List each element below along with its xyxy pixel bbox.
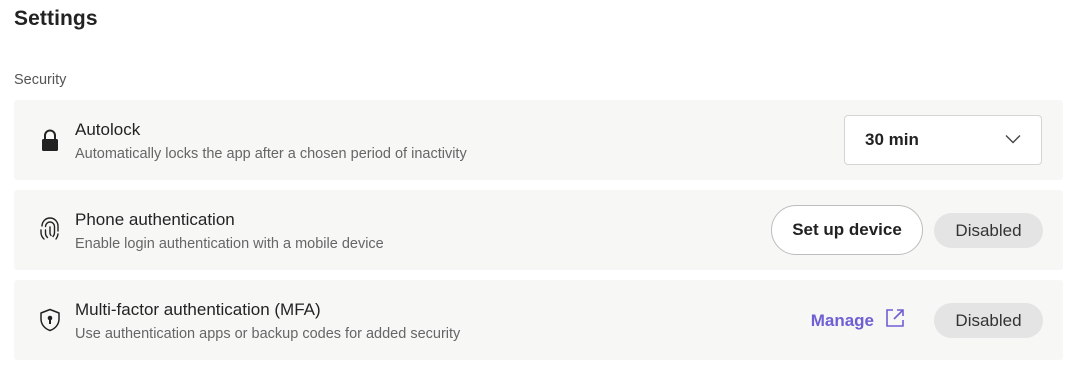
setting-description: Enable login authentication with a mobil… (75, 236, 384, 252)
setting-name: Multi-factor authentication (MFA) (75, 300, 321, 319)
status-badge: Disabled (934, 303, 1043, 338)
chevron-down-icon (1005, 131, 1021, 149)
section-label-security: Security (14, 72, 67, 88)
manage-link-label: Manage (810, 310, 874, 330)
setting-row-mfa: Multi-factor authentication (MFA) Use au… (14, 280, 1063, 360)
setting-description: Automatically locks the app after a chos… (75, 146, 467, 162)
setting-row-phone-authentication: Phone authentication Enable login authen… (14, 190, 1063, 270)
setting-name: Autolock (75, 120, 141, 139)
shield-keyhole-icon (38, 308, 62, 332)
set-up-device-button[interactable]: Set up device (771, 205, 923, 255)
setting-row-autolock: Autolock Automatically locks the app aft… (14, 100, 1063, 180)
setting-description: Use authentication apps or backup codes … (75, 326, 461, 342)
page-title: Settings (14, 7, 98, 30)
fingerprint-icon (38, 217, 62, 242)
external-link-icon (884, 307, 906, 334)
autolock-timeout-select[interactable]: 30 min (844, 115, 1042, 165)
autolock-selected-value: 30 min (865, 130, 919, 149)
setting-name: Phone authentication (75, 210, 235, 229)
manage-mfa-link[interactable]: Manage (811, 307, 906, 334)
lock-icon (38, 128, 62, 152)
status-badge: Disabled (934, 213, 1043, 248)
